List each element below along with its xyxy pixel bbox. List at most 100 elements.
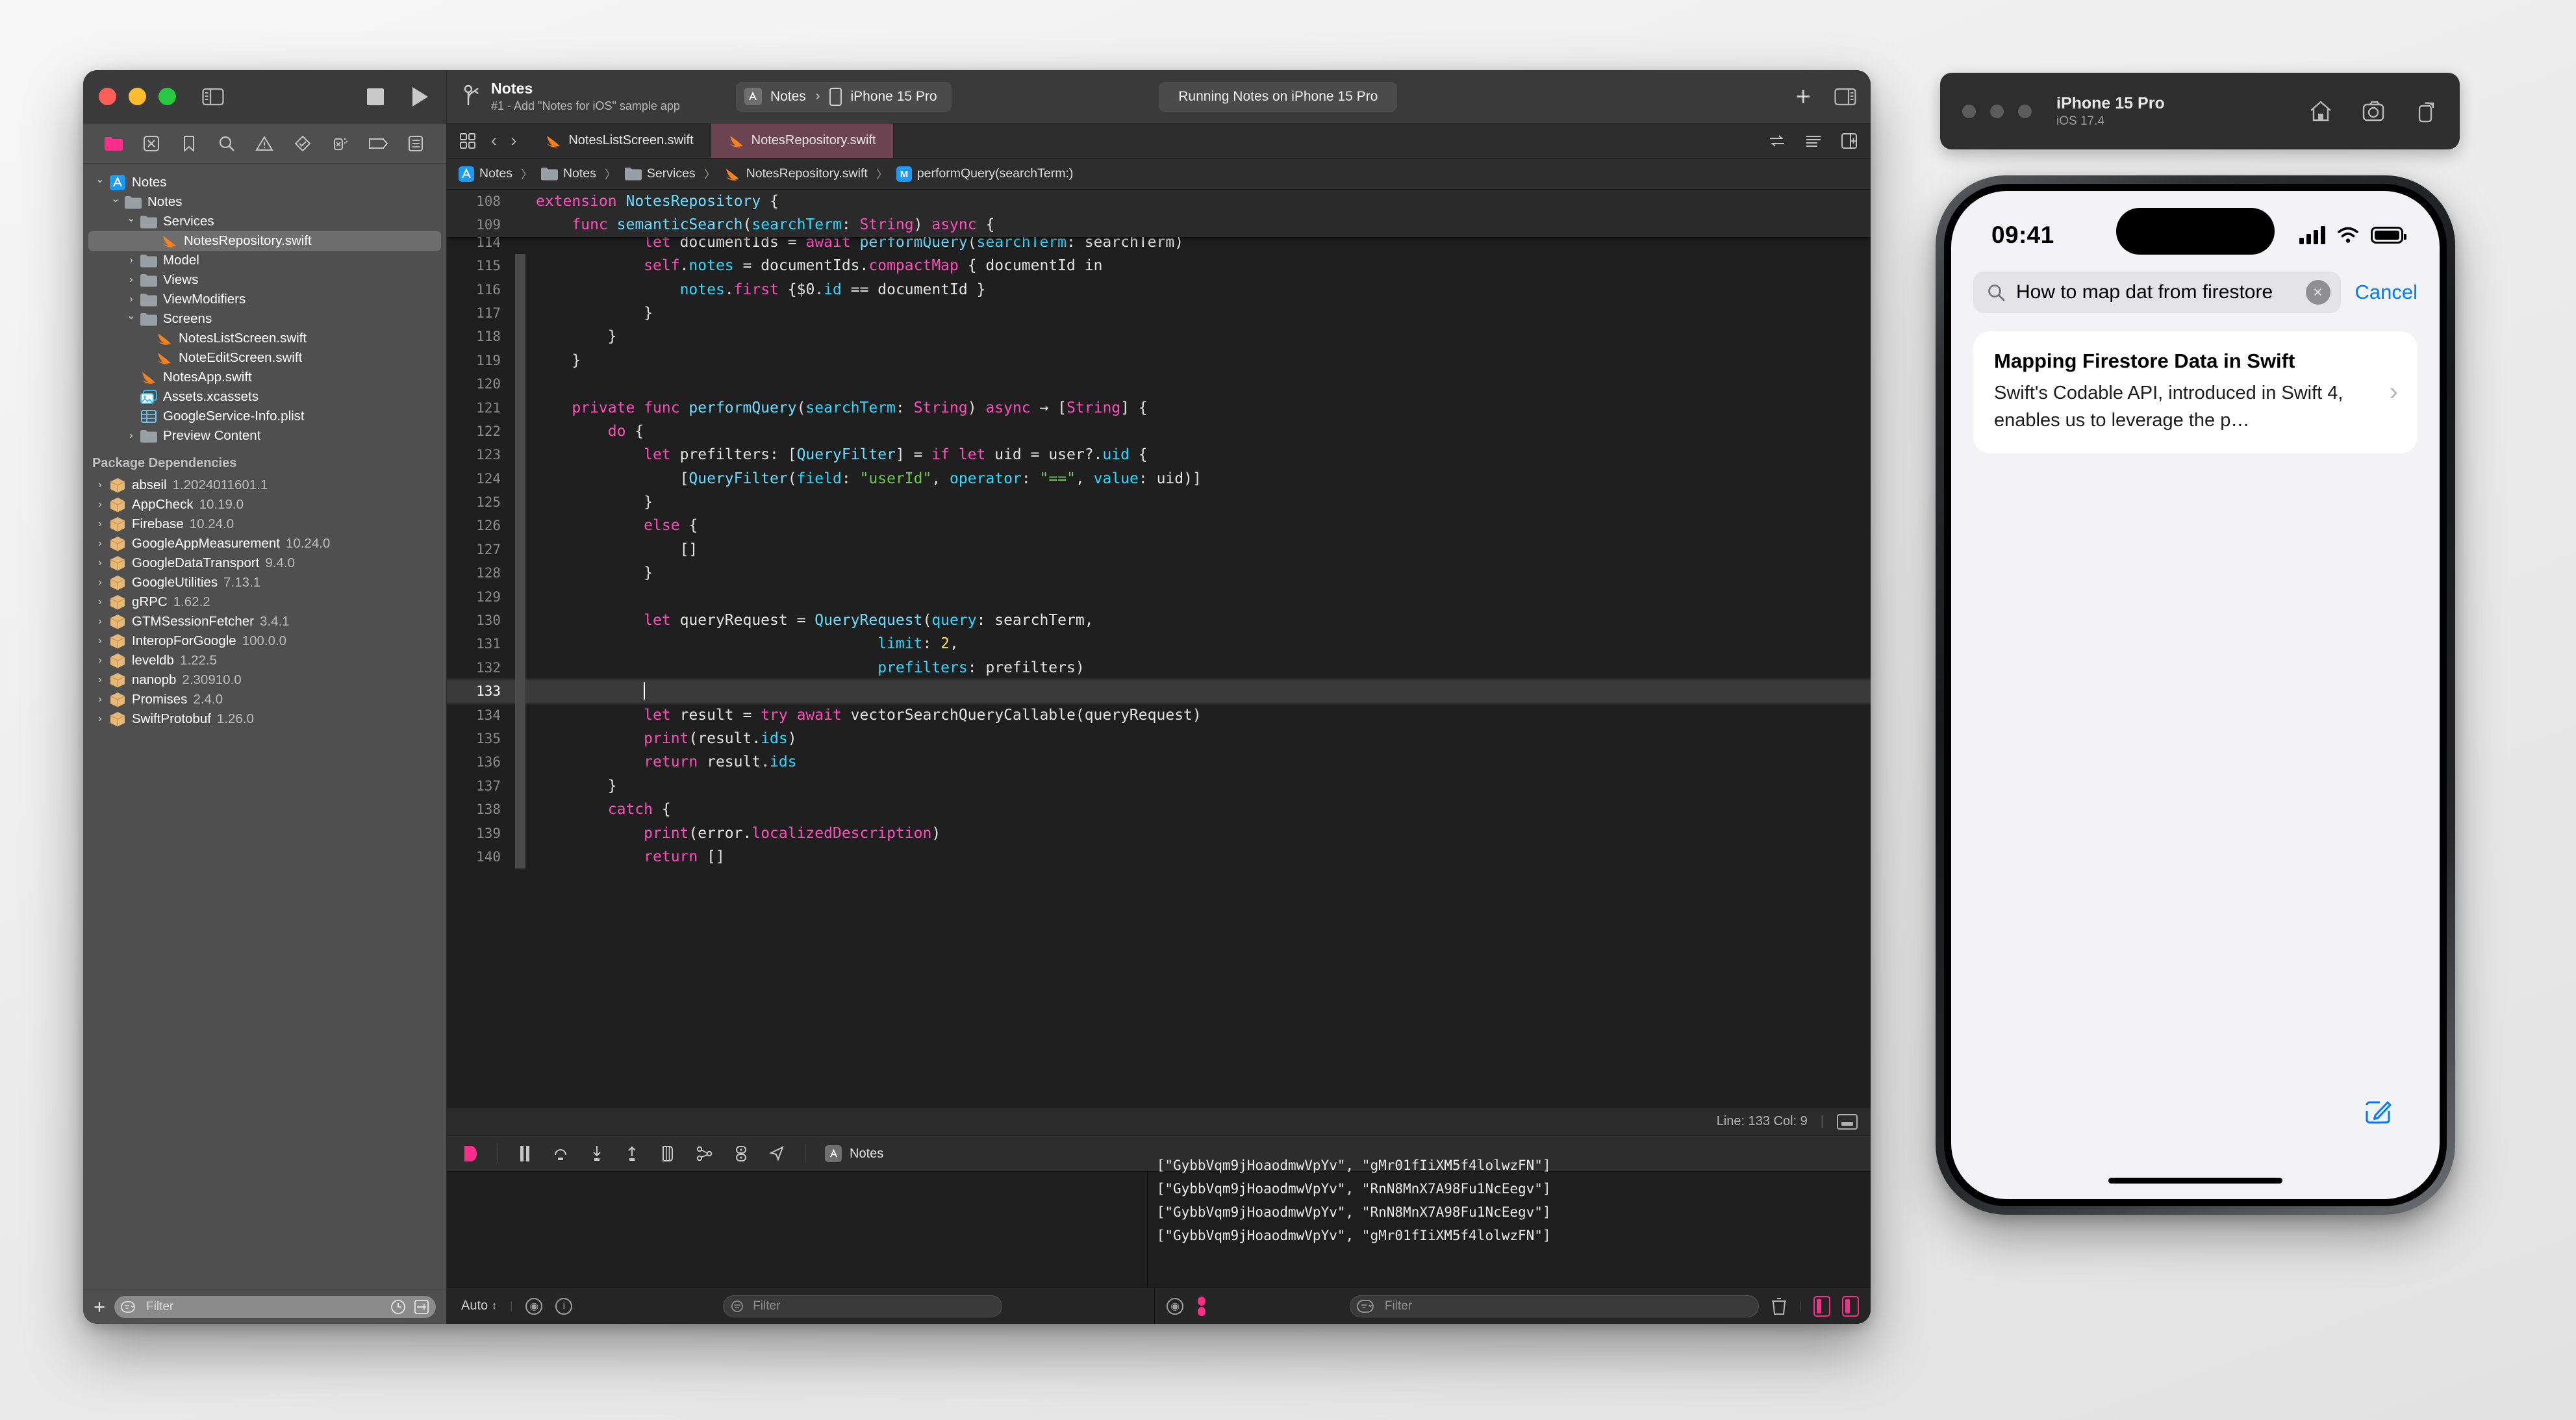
chevron-right-icon[interactable]: › (92, 557, 108, 569)
project-tree[interactable]: ⌄ Notes ⌄ Notes ⌄ Services NotesRepository.swi… (83, 164, 446, 1289)
chevron-right-icon[interactable]: › (123, 274, 139, 286)
tree-item-noteslistscreen-swift[interactable]: NotesListScreen.swift (83, 329, 446, 348)
folder-icon[interactable] (95, 123, 133, 163)
tree-item-assets-xcassets[interactable]: Assets.xcassets (83, 387, 446, 407)
variables-display-icon[interactable]: ◉ (525, 1297, 543, 1315)
chevron-right-icon[interactable]: › (92, 655, 108, 666)
chevron-right-icon[interactable]: › (92, 694, 108, 705)
code-folding-gutter[interactable] (515, 190, 525, 213)
debug-icon[interactable] (322, 123, 359, 163)
code-folding-gutter[interactable] (515, 703, 525, 727)
toggle-debug-area-icon[interactable] (1837, 1113, 1858, 1130)
code-folding-gutter[interactable] (515, 254, 525, 278)
source-control-filter-icon[interactable] (414, 1299, 429, 1315)
stop-button[interactable] (367, 88, 384, 105)
editor-tab-noteslistscreen[interactable]: NotesListScreen.swift (528, 123, 711, 158)
chevron-right-icon[interactable]: › (92, 577, 108, 589)
code-folding-gutter[interactable] (515, 301, 525, 325)
add-file-button[interactable]: + (94, 1297, 105, 1317)
add-editor-split-icon[interactable] (1841, 133, 1858, 149)
variables-view[interactable] (447, 1172, 1148, 1287)
code-folding-gutter[interactable] (515, 514, 525, 538)
package-item-abseil[interactable]: › abseil 1.2024011601.1 (83, 475, 446, 495)
chevron-down-icon[interactable]: ⌄ (123, 212, 139, 225)
code-folding-gutter[interactable] (515, 490, 525, 514)
breadcrumb-item-0[interactable]: Notes (459, 166, 512, 182)
code-editor[interactable]: 114 let documentIds = await performQuery… (447, 190, 1871, 1107)
code-folding-gutter[interactable] (515, 750, 525, 774)
code-folding-gutter[interactable] (515, 466, 525, 491)
recent-files-icon[interactable] (390, 1299, 406, 1315)
console-display-icon[interactable]: ◉ (1167, 1297, 1184, 1315)
chevron-right-icon[interactable]: › (92, 499, 108, 511)
zoom-button[interactable] (158, 88, 176, 105)
code-folding-gutter[interactable] (515, 561, 525, 585)
package-item-firebase[interactable]: › Firebase 10.24.0 (83, 514, 446, 534)
code-folding-gutter[interactable] (515, 325, 525, 349)
minimize-button[interactable] (129, 88, 146, 105)
tree-item-model[interactable]: › Model (83, 251, 446, 270)
chevron-right-icon[interactable]: › (92, 713, 108, 725)
scheme-destination-selector[interactable]: Notes › iPhone 15 Pro (735, 81, 952, 112)
chevron-down-icon[interactable]: ⌄ (92, 173, 108, 186)
code-folding-gutter[interactable] (515, 655, 525, 680)
navigate-forward-button[interactable]: › (511, 131, 517, 151)
code-folding-gutter[interactable] (515, 844, 525, 869)
record-icon[interactable] (462, 1144, 478, 1163)
chevron-down-icon[interactable]: ⌄ (108, 192, 123, 205)
chevron-right-icon[interactable]: › (92, 596, 108, 608)
chevron-down-icon[interactable]: ⌄ (123, 309, 139, 322)
code-folding-gutter[interactable] (515, 727, 525, 751)
package-item-interopforgoogle[interactable]: › InteropForGoogle 100.0.0 (83, 631, 446, 651)
package-item-gtmsessionfetcher[interactable]: › GTMSessionFetcher 3.4.1 (83, 612, 446, 631)
tree-item-notesrepository-swift[interactable]: NotesRepository.swift (88, 231, 441, 251)
stack-icon[interactable] (659, 1145, 676, 1163)
tree-item-preview-content[interactable]: › Preview Content (83, 426, 446, 446)
simulator-zoom-button[interactable] (2018, 104, 2032, 118)
chevron-right-icon[interactable]: › (92, 518, 108, 530)
variables-info-icon[interactable]: i (555, 1297, 573, 1315)
package-item-grpc[interactable]: › gRPC 1.62.2 (83, 592, 446, 612)
navigate-back-button[interactable]: ‹ (491, 131, 497, 151)
code-folding-gutter[interactable] (515, 419, 525, 444)
code-folding-gutter[interactable] (515, 537, 525, 562)
search-icon[interactable] (208, 123, 246, 163)
compose-icon[interactable] (2363, 1097, 2393, 1126)
toggle-console-pane-icon[interactable] (1842, 1295, 1859, 1317)
package-item-promises[interactable]: › Promises 2.4.0 (83, 690, 446, 709)
chevron-right-icon[interactable]: › (92, 538, 108, 550)
screenshot-icon[interactable] (2361, 99, 2388, 123)
breadcrumb-item-1[interactable]: Notes (540, 166, 596, 181)
code-folding-gutter[interactable] (515, 679, 525, 704)
breadcrumb-item-2[interactable]: Services (624, 166, 696, 181)
issue-warning-icon[interactable] (246, 123, 283, 163)
close-button[interactable] (99, 88, 116, 105)
simulator-close-button[interactable] (1962, 104, 1976, 118)
simulate-location-icon[interactable] (768, 1145, 785, 1163)
breakpoint-icon[interactable] (359, 123, 397, 163)
chevron-right-icon[interactable]: › (123, 294, 139, 305)
tab-overview-icon[interactable] (459, 132, 477, 150)
memory-graph-icon[interactable] (733, 1145, 749, 1163)
related-items-icon[interactable] (1768, 133, 1786, 149)
toggle-inspector-icon[interactable] (1834, 87, 1856, 107)
package-item-swiftprotobuf[interactable]: › SwiftProtobuf 1.26.0 (83, 709, 446, 729)
source-control-icon[interactable] (133, 123, 170, 163)
chevron-right-icon[interactable]: › (123, 430, 139, 442)
toggle-navigator-icon[interactable] (202, 87, 224, 107)
navigator-filter-input[interactable]: Filter (114, 1295, 436, 1318)
console-filter-input[interactable]: Filter (1349, 1295, 1759, 1317)
simulator-minimize-button[interactable] (1990, 104, 2004, 118)
clear-console-icon[interactable] (1771, 1297, 1787, 1316)
package-item-leveldb[interactable]: › leveldb 1.22.5 (83, 651, 446, 670)
console-output[interactable]: ["GybbVqm9jHoaodmwVpYv", "gMr01fIiXM5f4l… (1148, 1152, 1871, 1287)
tree-item-notesapp-swift[interactable]: NotesApp.swift (83, 368, 446, 387)
breadcrumb-item-3[interactable]: NotesRepository.swift (724, 166, 868, 182)
chevron-right-icon[interactable]: › (123, 255, 139, 266)
chevron-right-icon[interactable]: › (92, 674, 108, 686)
code-folding-gutter[interactable] (515, 585, 525, 609)
debug-process-target[interactable]: Notes (825, 1145, 883, 1162)
tree-item-viewmodifiers[interactable]: › ViewModifiers (83, 290, 446, 309)
chevron-right-icon[interactable]: › (92, 616, 108, 628)
package-item-googleappmeasurement[interactable]: › GoogleAppMeasurement 10.24.0 (83, 534, 446, 553)
